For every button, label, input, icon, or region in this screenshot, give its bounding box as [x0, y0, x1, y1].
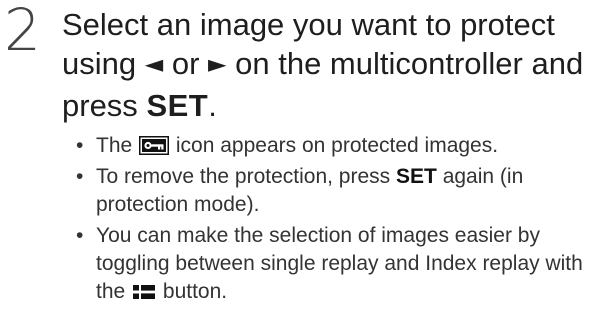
step-heading: Select an image you want to protect usin…: [62, 5, 602, 125]
heading-text-2: on the multicontroller and press: [62, 46, 584, 123]
heading-or: or: [171, 46, 200, 81]
bullet-2-prefix: To remove the protection, press: [96, 165, 391, 188]
list-item: • You can make the selection of images ea…: [76, 224, 583, 303]
bullet-list: • The icon appears on protected images. •…: [74, 132, 604, 309]
left-arrow-icon: ◄: [144, 50, 164, 78]
index-replay-icon: [133, 285, 156, 299]
bullet-1-prefix: The: [96, 134, 133, 157]
list-item: • The icon appears on protected images.: [76, 134, 499, 157]
bullet-3-suffix: button.: [162, 280, 228, 303]
instruction-step: 2 Select an image you want to protect us…: [0, 0, 606, 317]
set-key-label: SET: [396, 165, 437, 188]
set-button-label: SET: [146, 88, 209, 123]
right-arrow-icon: ►: [208, 50, 227, 78]
bullet-1-suffix: icon appears on protected images.: [175, 134, 499, 157]
heading-period: .: [208, 88, 217, 123]
list-item: • To remove the protection, press SET aga…: [76, 165, 524, 216]
protect-icon: [139, 136, 170, 155]
step-number: 2: [4, 0, 41, 64]
